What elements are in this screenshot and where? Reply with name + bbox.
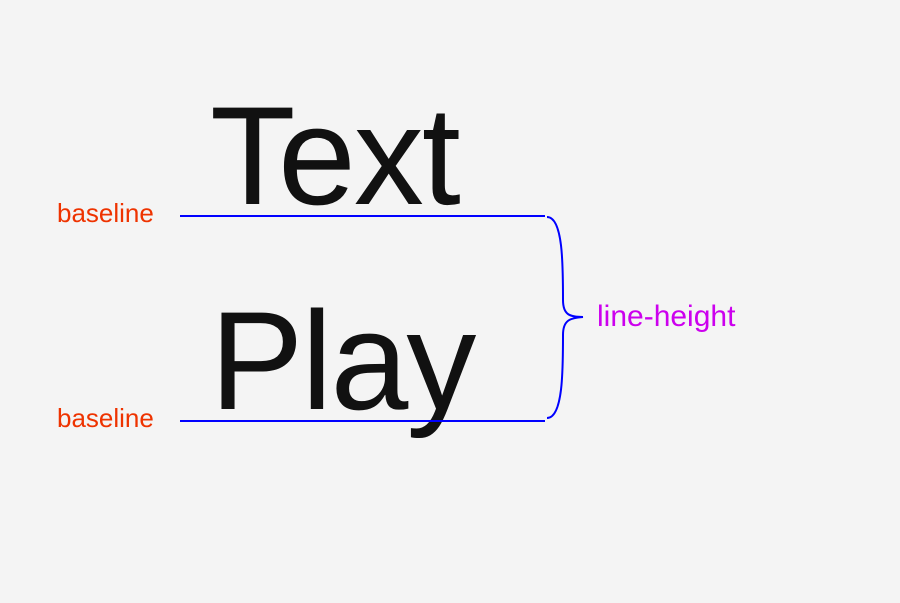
line-height-label: line-height bbox=[597, 300, 735, 334]
baseline-label-1: baseline bbox=[57, 198, 154, 229]
baseline-label-2: baseline bbox=[57, 403, 154, 434]
baseline-line-2 bbox=[180, 420, 545, 422]
curly-brace-icon bbox=[545, 215, 595, 420]
line-height-diagram: Text baseline Play baseline line-height bbox=[0, 0, 900, 603]
sample-word-1: Text bbox=[210, 75, 459, 237]
baseline-line-1 bbox=[180, 215, 545, 217]
sample-word-2: Play bbox=[210, 280, 474, 442]
